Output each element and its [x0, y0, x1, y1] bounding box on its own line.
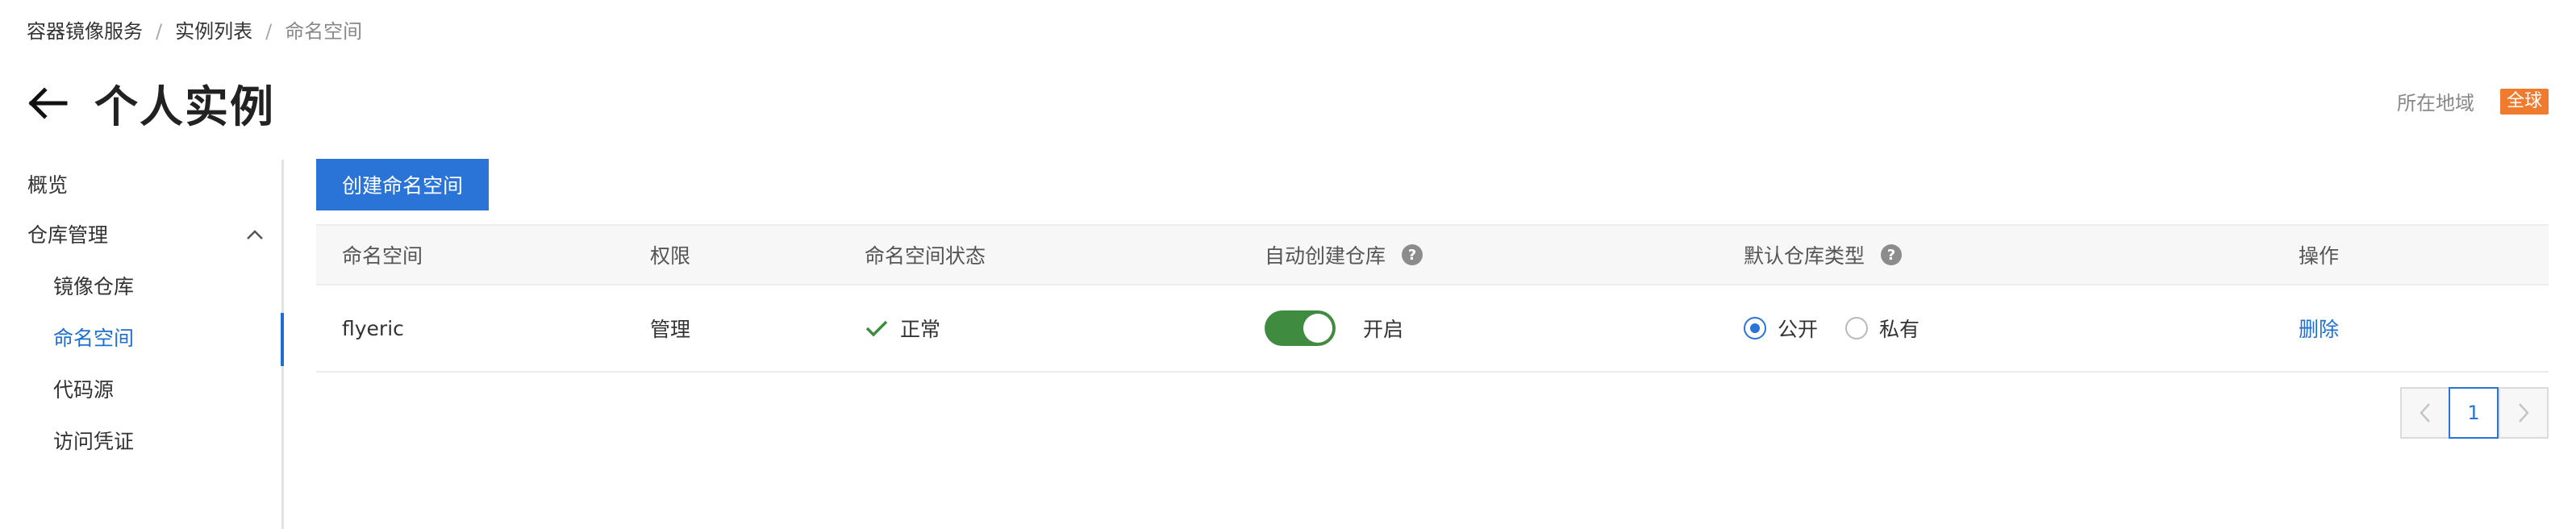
radio-private-label[interactable]: 私有: [1879, 314, 1919, 343]
column-header-auto-create: 自动创建仓库 ?: [1265, 226, 1423, 284]
column-header-actions: 操作: [2299, 244, 2340, 268]
chevron-up-icon[interactable]: [246, 229, 264, 240]
arrow-left-icon[interactable]: [27, 86, 69, 119]
sidebar-item-repo-management[interactable]: 仓库管理: [27, 219, 108, 252]
breadcrumb: 容器镜像服务 / 实例列表 / 命名空间: [27, 18, 362, 45]
radio-public[interactable]: [1744, 317, 1766, 339]
next-page-button[interactable]: [2499, 387, 2549, 439]
sidebar-item-overview[interactable]: 概览: [27, 169, 68, 202]
page-title: 个人实例: [94, 81, 275, 132]
column-header-permission: 权限: [650, 244, 691, 268]
toggle-knob: [1303, 314, 1332, 343]
sidebar-item-image-repo[interactable]: 镜像仓库: [53, 271, 134, 303]
prev-page-button[interactable]: [2400, 387, 2450, 439]
active-indicator: [281, 313, 284, 366]
radio-public-label[interactable]: 公开: [1778, 314, 1818, 343]
breadcrumb-item-service[interactable]: 容器镜像服务: [27, 18, 143, 45]
cell-namespace: flyeric: [342, 316, 404, 340]
cell-permission: 管理: [650, 318, 691, 341]
table-row: flyeric 管理 正常 开启 公开 私有 删除: [316, 285, 2549, 373]
table-header: 命名空间 权限 命名空间状态 自动创建仓库 ? 默认仓库类型 ? 操作: [316, 224, 2549, 285]
column-header-repo-type-label: 默认仓库类型: [1744, 244, 1865, 268]
cell-actions: 删除: [2299, 285, 2339, 371]
pagination: 1: [2400, 387, 2549, 439]
column-header-repo-type: 默认仓库类型 ?: [1744, 226, 1903, 284]
sidebar-item-namespace[interactable]: 命名空间: [53, 323, 134, 355]
namespace-table: 命名空间 权限 命名空间状态 自动创建仓库 ? 默认仓库类型 ? 操作 flye…: [316, 224, 2549, 373]
create-namespace-button[interactable]: 创建命名空间: [316, 159, 489, 210]
region-label: 所在地域: [2396, 92, 2474, 115]
region-info: 所在地域 全球: [2397, 87, 2549, 115]
breadcrumb-item-instances[interactable]: 实例列表: [175, 18, 252, 45]
page: 容器镜像服务 / 实例列表 / 命名空间 个人实例 所在地域 全球 概览 仓库管…: [0, 0, 2576, 529]
radio-private[interactable]: [1845, 317, 1869, 339]
cell-status: 正常: [865, 285, 940, 371]
title-row: 个人实例: [27, 71, 275, 135]
breadcrumb-separator: /: [265, 20, 273, 43]
cell-auto-create: 开启: [1265, 285, 1403, 371]
auto-create-toggle[interactable]: [1265, 310, 1336, 346]
help-icon[interactable]: ?: [1402, 244, 1423, 265]
breadcrumb-item-current: 命名空间: [285, 20, 363, 43]
chevron-right-icon: [2519, 403, 2529, 423]
delete-link[interactable]: 删除: [2299, 314, 2339, 343]
chevron-left-icon: [2420, 403, 2430, 423]
breadcrumb-separator: /: [156, 20, 163, 43]
column-header-auto-create-label: 自动创建仓库: [1265, 244, 1386, 268]
status-text: 正常: [900, 318, 941, 341]
auto-create-label: 开启: [1363, 318, 1404, 341]
sidebar-item-access-credential[interactable]: 访问凭证: [53, 426, 134, 458]
column-header-namespace: 命名空间: [342, 244, 423, 268]
check-icon: [865, 320, 888, 337]
column-header-status: 命名空间状态: [865, 244, 986, 268]
help-icon[interactable]: ?: [1881, 244, 1903, 265]
page-number-button[interactable]: 1: [2449, 387, 2499, 439]
cell-repo-type: 公开 私有: [1744, 285, 1947, 371]
region-badge: 全球: [2499, 88, 2549, 115]
sidebar-item-code-source[interactable]: 代码源: [53, 374, 114, 406]
sidebar: 概览 仓库管理 镜像仓库 命名空间 代码源 访问凭证: [0, 160, 284, 529]
